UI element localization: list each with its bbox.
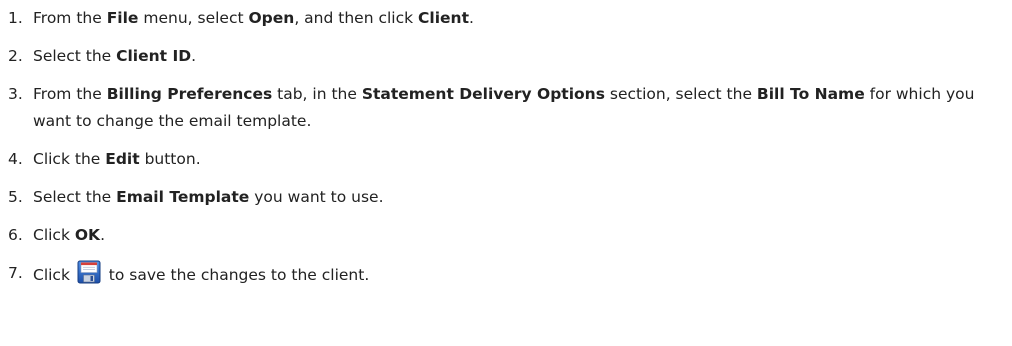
field-client-id: Client ID [116,47,192,65]
step-text: Click OK. [33,226,105,244]
field-bill-to-name: Bill To Name [756,85,865,103]
step-text: Click to save the changes to the client. [33,260,1008,289]
step-number: 6. [8,226,23,244]
step-4: 4. Click the Edit button. [8,146,1012,173]
step-text: Click the Edit button. [33,150,201,168]
save-icon [77,260,101,284]
step-6: 6. Click OK. [8,222,1012,249]
button-ok: OK [74,226,101,244]
step-number: 7. [8,264,23,282]
step-text: From the File menu, select Open, and the… [33,9,474,27]
step-2: 2. Select the Client ID. [8,43,1012,70]
procedure-steps: 1. From the File menu, select Open, and … [0,0,1012,289]
field-email-template: Email Template [116,188,250,206]
menu-item-open: Open [248,9,295,27]
step-number: 5. [8,188,23,206]
button-edit: Edit [105,150,140,168]
section-statement-delivery-options: Statement Delivery Options [361,85,605,103]
step-5: 5. Select the Email Template you want to… [8,184,1012,211]
step-3: 3. From the Billing Preferences tab, in … [8,81,1012,135]
step-text: Select the Client ID. [33,47,197,65]
step-text: From the Billing Preferences tab, in the… [33,85,975,130]
step-1: 1. From the File menu, select Open, and … [8,5,1012,32]
menu-item-client: Client [418,9,469,27]
step-number: 1. [8,9,23,27]
step-number: 2. [8,47,23,65]
menu-file: File [106,9,139,27]
step-number: 4. [8,150,23,168]
step-7: 7. Click to save the changes to the clie… [8,260,1012,289]
tab-billing-preferences: Billing Preferences [106,85,273,103]
step-text: Select the Email Template you want to us… [33,188,384,206]
step-number: 3. [8,85,23,103]
